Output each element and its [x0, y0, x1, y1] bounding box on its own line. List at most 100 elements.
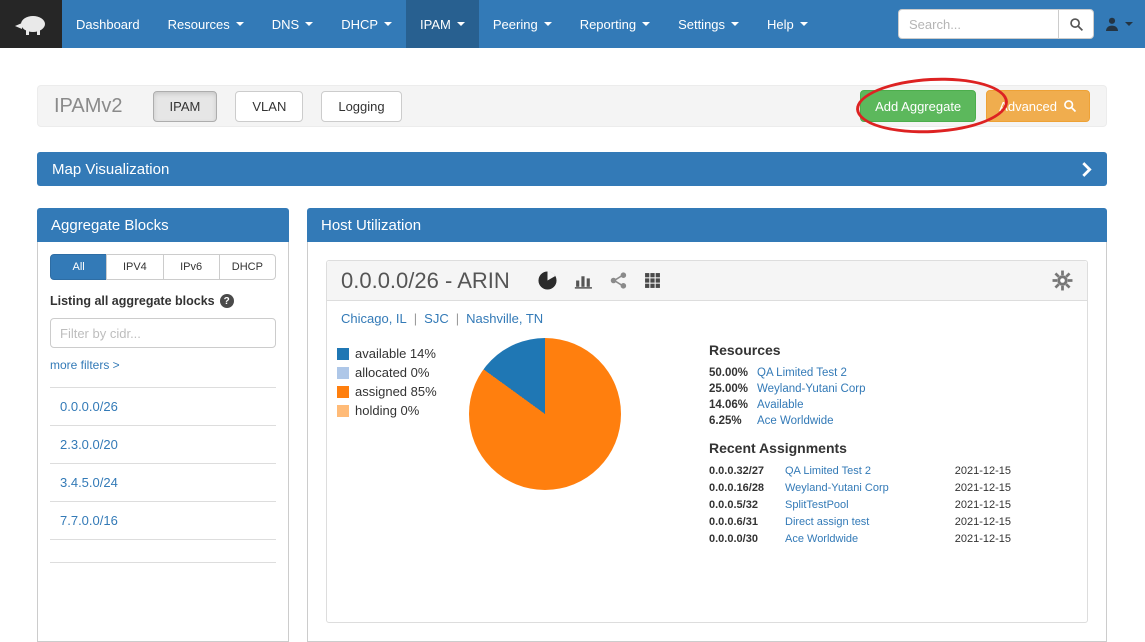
assignment-row: 0.0.0.6/31Direct assign test2021-12-15 — [709, 516, 1011, 528]
aggregate-blocks-panel: Aggregate Blocks All IPV4 IPv6 DHCP List… — [37, 208, 289, 642]
assignment-row: 0.0.0.32/27QA Limited Test 22021-12-15 — [709, 465, 1011, 477]
assignment-link[interactable]: QA Limited Test 2 — [785, 465, 939, 477]
list-item[interactable]: 0.0.0.0/26 — [50, 388, 276, 426]
nav-label: Peering — [493, 17, 538, 32]
assignment-link[interactable]: SplitTestPool — [785, 499, 939, 511]
legend-label: holding 0% — [355, 403, 419, 418]
location-link[interactable]: Chicago, IL — [341, 311, 407, 326]
more-filters-link[interactable]: more filters > — [50, 358, 120, 372]
aggregate-block-list: 0.0.0.0/26 2.3.0.0/20 3.4.5.0/24 7.7.0.0… — [50, 387, 276, 563]
legend-item: allocated 0% — [337, 365, 437, 380]
nav-help[interactable]: Help — [753, 0, 822, 48]
nav-label: Help — [767, 17, 794, 32]
search-icon — [1069, 17, 1084, 32]
assignment-link[interactable]: Ace Worldwide — [785, 533, 939, 545]
resource-row: 14.06%Available — [709, 399, 1011, 411]
assignment-cidr: 0.0.0.6/31 — [709, 516, 785, 528]
page-header: IPAMv2 IPAM VLAN Logging Add Aggregate A… — [37, 85, 1107, 127]
search-input[interactable] — [898, 9, 1058, 39]
bar-chart-icon[interactable] — [574, 272, 593, 289]
rhino-logo-icon — [13, 11, 49, 37]
agg-tab-all[interactable]: All — [50, 254, 107, 280]
cidr-filter-input[interactable] — [50, 318, 276, 348]
legend-swatch — [337, 348, 349, 360]
resource-link[interactable]: QA Limited Test 2 — [757, 367, 847, 379]
settings-gear-icon[interactable] — [1052, 270, 1073, 291]
nav-settings[interactable]: Settings — [664, 0, 753, 48]
nav-dhcp[interactable]: DHCP — [327, 0, 406, 48]
chevron-right-icon — [1081, 161, 1092, 178]
nav-label: Dashboard — [76, 17, 140, 32]
resource-row: 25.00%Weyland-Yutani Corp — [709, 383, 1011, 395]
utilization-box: 0.0.0.0/26 - ARIN — [326, 260, 1088, 623]
location-link[interactable]: SJC — [424, 311, 449, 326]
app-logo[interactable] — [0, 0, 62, 48]
assignment-row: 0.0.0.16/28Weyland-Yutani Corp2021-12-15 — [709, 482, 1011, 494]
grid-icon[interactable] — [644, 272, 661, 289]
tab-logging[interactable]: Logging — [321, 91, 401, 122]
tab-ipam[interactable]: IPAM — [153, 91, 218, 122]
assignment-row: 0.0.0.5/32SplitTestPool2021-12-15 — [709, 499, 1011, 511]
list-item[interactable]: 2.3.0.0/20 — [50, 426, 276, 464]
nav-label: Resources — [168, 17, 230, 32]
listing-label-text: Listing all aggregate blocks — [50, 294, 215, 308]
aggregate-filter-tabs: All IPV4 IPv6 DHCP — [50, 254, 276, 280]
agg-tab-dhcp[interactable]: DHCP — [219, 254, 276, 280]
resource-pct: 14.06% — [709, 399, 757, 411]
nav-peering[interactable]: Peering — [479, 0, 566, 48]
assignment-cidr: 0.0.0.0/30 — [709, 533, 785, 545]
agg-tab-ipv4[interactable]: IPV4 — [106, 254, 163, 280]
map-visualization-title: Map Visualization — [52, 161, 169, 178]
location-link[interactable]: Nashville, TN — [466, 311, 543, 326]
resource-row: 6.25%Ace Worldwide — [709, 415, 1011, 427]
legend-swatch — [337, 405, 349, 417]
list-item[interactable]: 7.7.0.0/16 — [50, 502, 276, 540]
recent-assignments-heading: Recent Assignments — [709, 440, 1011, 456]
tab-vlan[interactable]: VLAN — [235, 91, 303, 122]
separator — [456, 311, 459, 326]
help-icon[interactable]: ? — [220, 294, 234, 308]
resource-link[interactable]: Ace Worldwide — [757, 415, 834, 427]
assignment-link[interactable]: Direct assign test — [785, 516, 939, 528]
nav-resources[interactable]: Resources — [154, 0, 258, 48]
resource-pct: 25.00% — [709, 383, 757, 395]
assignment-row: 0.0.0.0/30Ace Worldwide2021-12-15 — [709, 533, 1011, 545]
nav-dns[interactable]: DNS — [258, 0, 327, 48]
block-title: 0.0.0.0/26 - ARIN — [341, 268, 510, 294]
chevron-down-icon — [457, 22, 465, 26]
nav-dashboard[interactable]: Dashboard — [62, 0, 154, 48]
separator — [414, 311, 417, 326]
nav-reporting[interactable]: Reporting — [566, 0, 664, 48]
list-item[interactable]: 3.4.5.0/24 — [50, 464, 276, 502]
legend-item: assigned 85% — [337, 384, 437, 399]
user-icon — [1104, 16, 1120, 32]
utilization-toolbar: 0.0.0.0/26 - ARIN — [327, 261, 1087, 301]
top-navbar: Dashboard Resources DNS DHCP IPAM Peerin… — [0, 0, 1145, 48]
search-button[interactable] — [1058, 9, 1094, 39]
assignment-link[interactable]: Weyland-Yutani Corp — [785, 482, 939, 494]
map-visualization-bar[interactable]: Map Visualization — [37, 152, 1107, 186]
chevron-down-icon — [305, 22, 313, 26]
legend-label: allocated 0% — [355, 365, 429, 380]
resource-link[interactable]: Weyland-Yutani Corp — [757, 383, 865, 395]
assignment-date: 2021-12-15 — [939, 482, 1011, 494]
pie-chart-icon[interactable] — [538, 271, 557, 290]
advanced-button[interactable]: Advanced — [986, 90, 1090, 122]
search-icon — [1063, 99, 1077, 113]
legend-label: assigned 85% — [355, 384, 437, 399]
legend-swatch — [337, 367, 349, 379]
nav-label: Settings — [678, 17, 725, 32]
share-icon[interactable] — [610, 272, 627, 289]
chevron-down-icon — [800, 22, 808, 26]
nav-ipam[interactable]: IPAM — [406, 0, 479, 48]
legend-item: holding 0% — [337, 403, 437, 418]
host-utilization-header: Host Utilization — [307, 208, 1107, 242]
legend-label: available 14% — [355, 346, 436, 361]
user-menu[interactable] — [1104, 16, 1133, 32]
agg-tab-ipv6[interactable]: IPv6 — [163, 254, 220, 280]
add-aggregate-button[interactable]: Add Aggregate — [860, 90, 976, 122]
resource-link[interactable]: Available — [757, 399, 803, 411]
assignment-cidr: 0.0.0.5/32 — [709, 499, 785, 511]
page-title: IPAMv2 — [54, 95, 123, 118]
chevron-down-icon — [642, 22, 650, 26]
